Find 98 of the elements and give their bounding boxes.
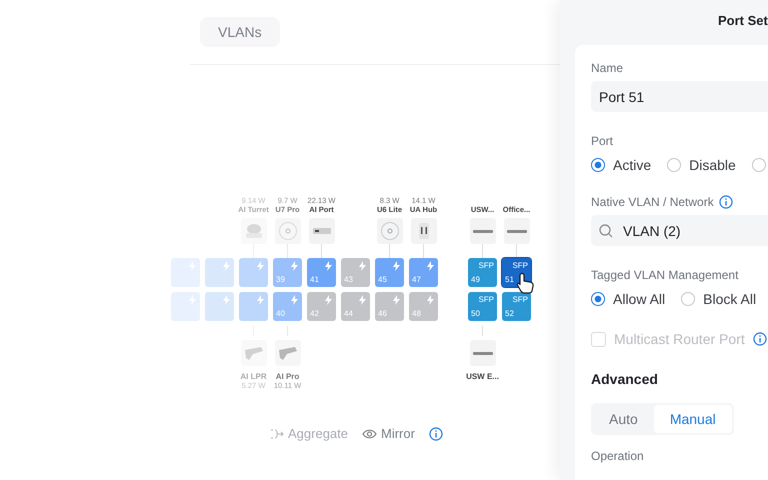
port-number: 39 bbox=[276, 275, 285, 284]
access-point-icon bbox=[380, 222, 398, 240]
switch-icon bbox=[472, 230, 492, 232]
lightning-icon bbox=[392, 261, 401, 271]
port-tile[interactable] bbox=[239, 292, 268, 321]
port-number: 45 bbox=[378, 275, 387, 284]
device-icon bbox=[312, 228, 330, 234]
lightning-icon bbox=[222, 295, 231, 305]
switch-icon bbox=[506, 230, 526, 232]
field-label: Tagged VLAN Management bbox=[591, 268, 738, 282]
port-type: SFP bbox=[512, 261, 528, 270]
port-tile[interactable]: 48 bbox=[409, 292, 438, 321]
port-tile[interactable]: 41 bbox=[307, 258, 336, 287]
port-type: SFP bbox=[478, 295, 494, 304]
lightning-icon bbox=[358, 295, 367, 305]
port-tile[interactable]: SFP 49 bbox=[468, 258, 497, 287]
port-number: 41 bbox=[310, 275, 319, 284]
mode-option[interactable]: Manual bbox=[654, 405, 732, 433]
switch-icon bbox=[472, 352, 492, 354]
lightning-icon bbox=[324, 261, 333, 271]
mode-option[interactable]: Auto bbox=[593, 405, 654, 433]
lightning-icon bbox=[324, 295, 333, 305]
field-label: Port bbox=[591, 134, 614, 148]
lightning-icon bbox=[290, 261, 299, 271]
device-name: AI Pro bbox=[276, 372, 300, 381]
field-label: Name bbox=[591, 61, 624, 75]
device-tile[interactable] bbox=[504, 218, 530, 244]
port-number: 50 bbox=[471, 309, 480, 318]
port-tile[interactable]: SFP 52 bbox=[502, 292, 531, 321]
port-tile[interactable]: 45 bbox=[375, 258, 404, 287]
port-tile[interactable]: 47 bbox=[409, 258, 438, 287]
port-number: 40 bbox=[276, 309, 285, 318]
search-icon bbox=[599, 224, 613, 238]
port-number: 49 bbox=[471, 275, 480, 284]
lightning-icon bbox=[256, 261, 265, 271]
device-tile[interactable] bbox=[470, 340, 496, 366]
section-title: Advanced bbox=[591, 371, 659, 387]
radio-option[interactable]: Disable bbox=[667, 157, 736, 173]
checkbox-label: Multicast Router Port bbox=[614, 331, 745, 347]
port-tile[interactable]: 43 bbox=[341, 258, 370, 287]
device-tile[interactable] bbox=[470, 218, 496, 244]
port-number: 43 bbox=[344, 275, 353, 284]
port-tile[interactable] bbox=[205, 258, 234, 287]
device-name: USW E... bbox=[466, 372, 499, 381]
port-tile[interactable]: 39 bbox=[273, 258, 302, 287]
port-tile[interactable]: 44 bbox=[341, 292, 370, 321]
port-number: 47 bbox=[412, 275, 421, 284]
mirror-button[interactable]: Mirror bbox=[362, 426, 415, 441]
view-tab[interactable]: VLANs bbox=[200, 17, 280, 47]
camera-icon bbox=[246, 224, 262, 238]
port-tile[interactable]: SFP 50 bbox=[468, 292, 497, 321]
device-name: AI LPR bbox=[240, 372, 267, 381]
lightning-icon bbox=[222, 261, 231, 271]
camera-icon bbox=[244, 346, 262, 360]
field-label: Operation bbox=[591, 449, 644, 463]
device-tile[interactable] bbox=[274, 340, 300, 366]
port-number: 52 bbox=[505, 309, 514, 318]
port-tile[interactable]: 40 bbox=[273, 292, 302, 321]
port-number: 46 bbox=[378, 309, 387, 318]
lightning-icon bbox=[290, 295, 299, 305]
field-label: Native VLAN / Network bbox=[591, 195, 714, 209]
radio-option[interactable]: Allow All bbox=[591, 291, 666, 307]
port-tile[interactable]: 42 bbox=[307, 292, 336, 321]
network-select[interactable]: VLAN (2) bbox=[591, 215, 768, 246]
access-point-icon bbox=[278, 222, 296, 240]
lightning-icon bbox=[358, 261, 367, 271]
camera-icon bbox=[278, 346, 296, 360]
info-icon bbox=[752, 332, 767, 346]
device-tile[interactable] bbox=[240, 218, 266, 244]
lightning-icon bbox=[426, 261, 435, 271]
port-number: 48 bbox=[412, 309, 421, 318]
info-icon bbox=[718, 195, 733, 209]
port-type: SFP bbox=[478, 261, 494, 270]
lightning-icon bbox=[392, 295, 401, 305]
port-tile[interactable] bbox=[205, 292, 234, 321]
device-tile[interactable] bbox=[274, 218, 300, 244]
aggregate-button[interactable]: Aggregate bbox=[270, 426, 348, 441]
port-tile[interactable]: 46 bbox=[375, 292, 404, 321]
port-number: 44 bbox=[344, 309, 353, 318]
radio-option[interactable]: Active bbox=[591, 157, 652, 173]
device-tile[interactable] bbox=[240, 340, 266, 366]
eye-icon bbox=[362, 428, 377, 440]
port-number: 51 bbox=[505, 275, 514, 284]
lightning-icon bbox=[426, 295, 435, 305]
radio-button[interactable] bbox=[752, 158, 766, 172]
panel-title: Port Set bbox=[717, 12, 768, 29]
port-type: SFP bbox=[512, 295, 528, 304]
device-tile[interactable] bbox=[308, 218, 334, 244]
aggregate-icon bbox=[270, 428, 284, 440]
device-icon bbox=[418, 223, 428, 239]
radio-option[interactable]: Block All bbox=[681, 291, 756, 307]
hand-cursor-icon bbox=[516, 272, 536, 294]
port-number: 42 bbox=[310, 309, 319, 318]
lightning-icon bbox=[256, 295, 265, 305]
name-input[interactable]: Port 51 bbox=[591, 81, 768, 112]
device-tile[interactable] bbox=[376, 218, 402, 244]
device-tile[interactable] bbox=[410, 218, 436, 244]
port-tile[interactable] bbox=[239, 258, 268, 287]
